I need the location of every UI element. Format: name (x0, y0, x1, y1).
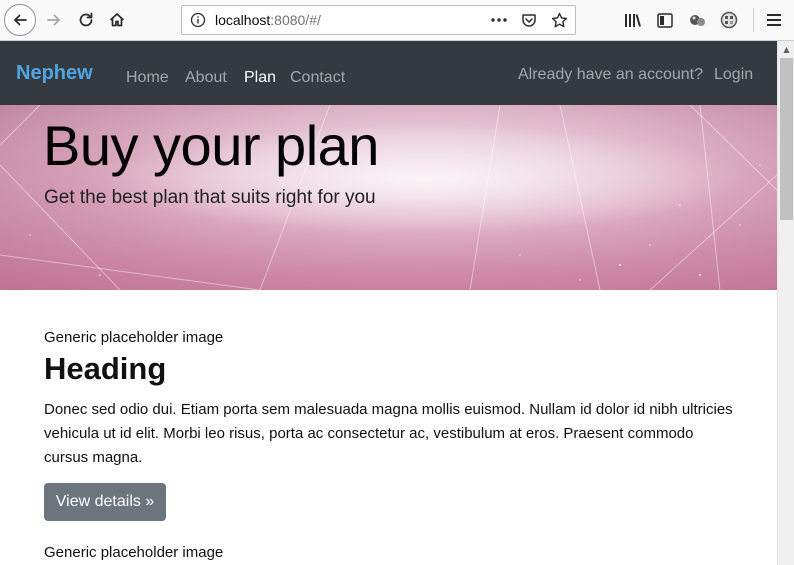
library-icon[interactable] (621, 8, 645, 32)
scroll-up-arrow-icon[interactable]: ▲ (778, 41, 794, 58)
page-scrollbar[interactable]: ▲ (777, 41, 794, 565)
info-icon[interactable] (190, 12, 206, 28)
view-details-button[interactable]: View details » (44, 483, 166, 521)
browser-toolbar: localhost:8080/#/ (0, 0, 794, 41)
card-heading: Heading (44, 351, 167, 386)
bookmark-star-icon[interactable] (549, 10, 569, 30)
home-button[interactable] (105, 8, 129, 32)
login-link[interactable]: Login (714, 66, 753, 84)
sidebar-icon[interactable] (653, 8, 677, 32)
pocket-icon[interactable] (519, 10, 539, 30)
home-icon (109, 13, 125, 27)
scroll-thumb[interactable] (780, 58, 793, 220)
hero-subtitle: Get the best plan that suits right for y… (44, 187, 376, 208)
address-bar[interactable]: localhost:8080/#/ (181, 5, 576, 35)
more-icon[interactable] (489, 10, 509, 30)
extension-icon[interactable] (685, 8, 709, 32)
url-host: localhost (215, 12, 271, 28)
nav-link-about[interactable]: About (185, 69, 227, 87)
nav-link-plan[interactable]: Plan (244, 69, 276, 87)
back-icon (14, 14, 27, 26)
account-prompt-link[interactable]: Already have an account? (518, 66, 703, 84)
hero-banner: Buy your plan Get the best plan that sui… (0, 105, 777, 290)
reload-button[interactable] (74, 8, 98, 32)
toolbar-separator (753, 8, 754, 32)
image-placeholder-caption-2: Generic placeholder image (44, 544, 224, 561)
forward-button[interactable] (42, 8, 66, 32)
card-body-text: Donec sed odio dui. Etiam porta sem male… (44, 401, 733, 466)
url-text[interactable]: localhost:8080/#/ (215, 12, 321, 28)
forward-icon (47, 14, 60, 26)
nav-link-home[interactable]: Home (126, 69, 169, 87)
back-button[interactable] (4, 4, 36, 36)
site-navbar: Nephew Home About Plan Contact Already h… (0, 41, 777, 105)
url-path: :8080/#/ (270, 12, 321, 28)
hero-title: Buy your plan (43, 114, 379, 177)
reload-icon (79, 12, 93, 27)
addon-icon[interactable] (717, 8, 741, 32)
brand-logo[interactable]: Nephew (16, 62, 93, 85)
image-placeholder-caption: Generic placeholder image (44, 329, 224, 346)
menu-icon[interactable] (762, 8, 786, 32)
nav-link-contact[interactable]: Contact (290, 69, 345, 87)
